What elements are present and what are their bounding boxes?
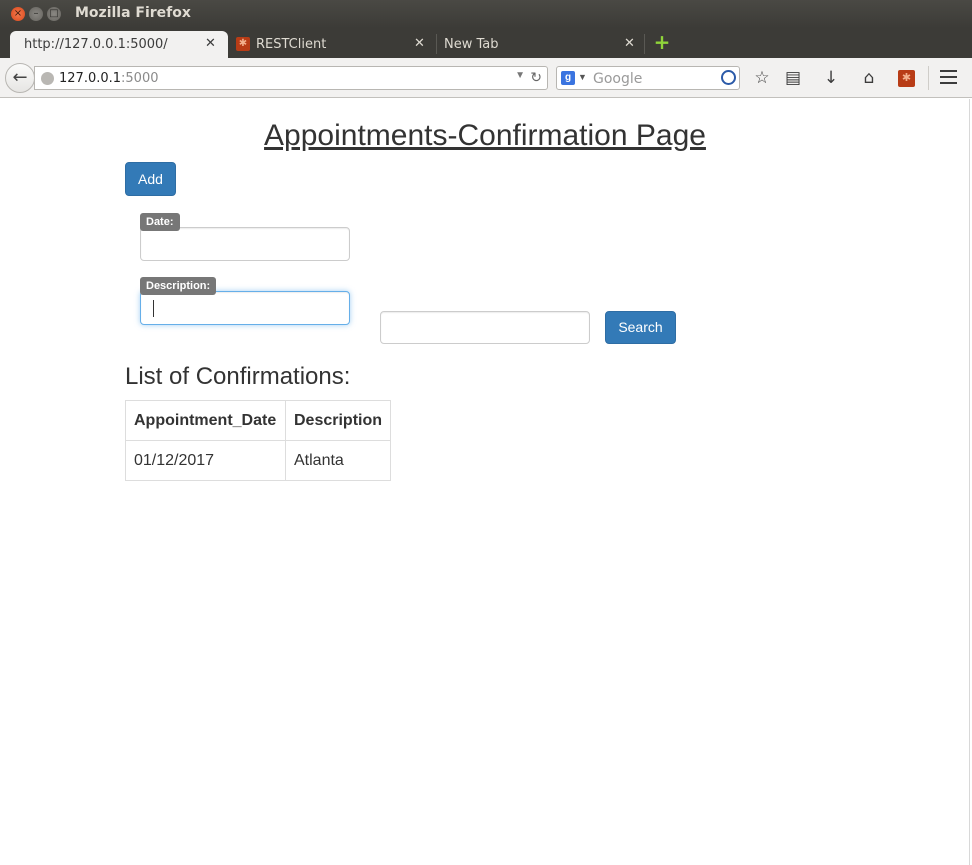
downloads-arrow-icon[interactable]: ↓ — [820, 68, 842, 88]
window-maximize-icon[interactable]: □ — [47, 7, 61, 21]
tab-localhost[interactable]: http://127.0.0.1:5000/ ✕ — [10, 31, 228, 58]
table-header-row: Appointment_Date Description — [125, 400, 392, 441]
new-tab-plus-icon[interactable]: + — [652, 32, 672, 52]
search-input[interactable] — [380, 311, 590, 344]
bookmarks-menu-icon[interactable]: ▤ — [782, 68, 804, 88]
search-placeholder: Google — [593, 71, 643, 87]
date-label: Date: — [140, 213, 180, 231]
window-minimize-icon[interactable]: – — [29, 7, 43, 21]
tab-label: http://127.0.0.1:5000/ — [24, 37, 168, 52]
toolbar-separator — [928, 66, 929, 90]
reload-icon[interactable]: ↻ — [530, 69, 542, 86]
url-bar[interactable]: 127.0.0.1:5000 ▼ ↻ — [34, 66, 548, 90]
page-content: Appointments-Confirmation Page Add Date:… — [0, 99, 972, 865]
window-close-icon[interactable]: × — [11, 7, 25, 21]
tab-close-icon[interactable]: ✕ — [624, 36, 635, 51]
home-icon[interactable]: ⌂ — [858, 68, 880, 88]
bookmark-star-icon[interactable]: ☆ — [751, 68, 773, 88]
column-header-description: Description — [284, 400, 392, 441]
site-identity-globe-icon[interactable] — [41, 72, 54, 85]
cell-appointment-date: 01/12/2017 — [125, 440, 286, 481]
text-caret — [153, 300, 154, 317]
tab-divider — [644, 34, 645, 54]
back-arrow-icon[interactable]: ← — [5, 63, 35, 93]
page-title: Appointments-Confirmation Page — [264, 119, 706, 152]
tab-new-tab[interactable]: New Tab ✕ — [440, 31, 640, 58]
url-history-dropdown-icon[interactable]: ▼ — [515, 70, 525, 81]
engine-dropdown-icon[interactable]: ▼ — [578, 72, 587, 82]
search-bar[interactable]: g ▼ Google — [556, 66, 740, 90]
tab-label: RESTClient — [256, 37, 327, 52]
tab-close-icon[interactable]: ✕ — [205, 36, 216, 51]
window-titlebar: × – □ Mozilla Firefox — [0, 0, 972, 28]
confirmations-table: Appointment_Date Description 01/12/2017 … — [125, 400, 392, 481]
description-label: Description: — [140, 277, 217, 295]
table-row: 01/12/2017 Atlanta — [125, 440, 392, 481]
add-button[interactable]: Add — [125, 162, 176, 196]
list-heading: List of Confirmations: — [125, 363, 351, 390]
restclient-addon-icon[interactable]: ✱ — [898, 70, 915, 87]
tab-divider — [436, 34, 437, 54]
restclient-favicon-icon: ✱ — [236, 37, 250, 51]
url-host: 127.0.0.1 — [59, 71, 122, 86]
date-input[interactable] — [140, 227, 350, 261]
url-text: 127.0.0.1:5000 — [59, 71, 159, 86]
cell-description: Atlanta — [284, 440, 392, 481]
page-edge-divider — [969, 99, 970, 865]
window-title: Mozilla Firefox — [75, 5, 191, 21]
search-button[interactable]: Search — [605, 311, 676, 344]
description-input[interactable] — [140, 291, 350, 325]
search-magnifier-icon[interactable] — [721, 70, 736, 85]
navigation-toolbar: 127.0.0.1:5000 ▼ ↻ ← g ▼ Google ☆ ▤ ↓ ⌂ … — [0, 58, 972, 98]
tab-strip: http://127.0.0.1:5000/ ✕ ✱ RESTClient ✕ … — [0, 28, 972, 58]
column-header-appointment-date: Appointment_Date — [125, 400, 286, 441]
hamburger-menu-icon[interactable] — [940, 70, 957, 84]
tab-close-icon[interactable]: ✕ — [414, 36, 425, 51]
tab-label: New Tab — [444, 37, 499, 52]
url-port: :5000 — [121, 71, 159, 86]
tab-restclient[interactable]: ✱ RESTClient ✕ — [232, 31, 432, 58]
google-engine-icon[interactable]: g — [561, 71, 575, 85]
